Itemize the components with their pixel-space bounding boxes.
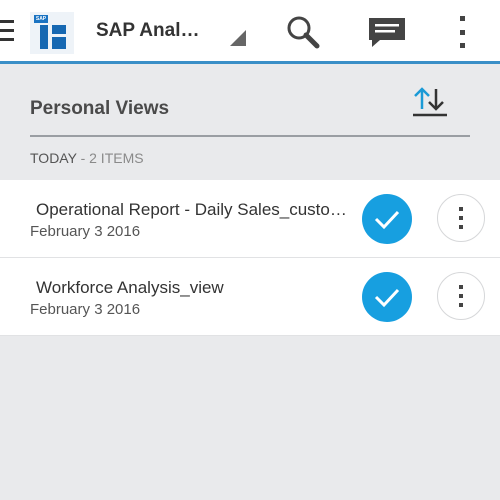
list-item[interactable]: Operational Report - Daily Sales_custome…: [0, 180, 500, 258]
list-item[interactable]: Workforce Analysis_view February 3 2016: [0, 258, 500, 336]
checkmark-icon: [374, 288, 400, 308]
select-check-button[interactable]: [362, 272, 412, 322]
group-count: - 2 ITEMS: [76, 150, 144, 166]
item-date: February 3 2016: [30, 301, 141, 318]
item-title[interactable]: Operational Report - Daily Sales_custome…: [36, 200, 354, 220]
more-vertical-icon: [459, 285, 463, 307]
section-header: Personal Views: [30, 87, 470, 137]
sap-badge: SAP: [34, 15, 48, 23]
app-title[interactable]: SAP Anal…: [96, 20, 199, 42]
top-app-bar: SAP SAP Anal…: [0, 0, 500, 64]
item-more-button[interactable]: [437, 272, 485, 320]
section-title: Personal Views: [30, 98, 170, 119]
dropdown-triangle-icon[interactable]: [230, 30, 246, 46]
app-logo[interactable]: SAP: [30, 12, 74, 54]
views-list: Operational Report - Daily Sales_custome…: [0, 180, 500, 336]
item-title[interactable]: Workforce Analysis_view: [36, 278, 354, 298]
chat-icon[interactable]: [366, 14, 408, 50]
overflow-menu-icon[interactable]: [452, 16, 472, 48]
item-more-button[interactable]: [437, 194, 485, 242]
search-icon[interactable]: [283, 14, 323, 50]
app-root: SAP SAP Anal… Personal Views TODAY - 2 I…: [0, 0, 500, 500]
group-label-text: TODAY: [30, 150, 77, 166]
item-date: February 3 2016: [30, 223, 141, 240]
more-vertical-icon: [459, 207, 463, 229]
hamburger-menu-icon[interactable]: [0, 20, 14, 44]
checkmark-icon: [374, 210, 400, 230]
select-check-button[interactable]: [362, 194, 412, 244]
group-label: TODAY - 2 ITEMS: [30, 150, 144, 166]
sort-icon[interactable]: [412, 85, 448, 119]
